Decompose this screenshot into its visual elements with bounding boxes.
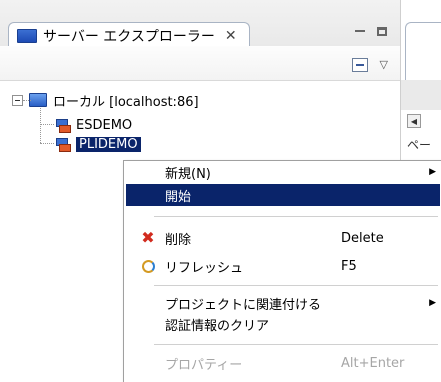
- refresh-icon: [140, 258, 156, 274]
- minimize-icon[interactable]: [352, 24, 368, 38]
- server-explorer-tab[interactable]: サーバー エクスプローラー ✕: [8, 22, 250, 49]
- close-icon[interactable]: ✕: [225, 28, 237, 44]
- menu-item-label: リフレッシュ: [165, 260, 244, 276]
- tree-node-esdemo[interactable]: ESDEMO: [56, 115, 132, 135]
- menu-item-shortcut: F5: [341, 258, 357, 274]
- view-header: サーバー エクスプローラー ✕: [0, 0, 400, 49]
- tree-connector: [23, 100, 31, 101]
- menu-item-label: プロジェクトに関連付ける: [165, 297, 322, 313]
- view-title: サーバー エクスプローラー: [43, 29, 215, 45]
- submenu-arrow-icon: ▶: [429, 167, 436, 177]
- menu-item-start[interactable]: 開始: [126, 184, 440, 206]
- view-menu-icon[interactable]: ▽: [380, 58, 388, 71]
- menu-item-associate-project[interactable]: プロジェクトに関連付ける ▶: [126, 292, 440, 314]
- menu-item-label: 新規(N): [165, 166, 211, 182]
- menu-item-shortcut: Alt+Enter: [341, 355, 405, 371]
- menu-item-label: 認証情報のクリア: [165, 318, 270, 334]
- menu-item-refresh[interactable]: リフレッシュ F5: [126, 255, 440, 277]
- window-buttons: [352, 24, 390, 38]
- menu-separator: [154, 344, 438, 345]
- collapse-node-icon[interactable]: [12, 94, 23, 106]
- local-server-icon: [29, 93, 47, 107]
- maximize-icon[interactable]: [374, 24, 390, 38]
- view-toolbar: ▽: [0, 46, 400, 81]
- tree-connector: [40, 124, 54, 125]
- menu-item-label: プロパティー: [165, 357, 243, 373]
- menu-item-shortcut: Delete: [341, 230, 384, 246]
- menu-item-new[interactable]: 新規(N) ▶: [126, 161, 440, 183]
- tree-connector: [40, 143, 54, 144]
- menu-item-delete[interactable]: ✖ 削除 Delete: [126, 227, 440, 249]
- tree-node-label: ローカル [localhost:86]: [53, 94, 199, 110]
- collapse-all-icon[interactable]: [352, 58, 368, 72]
- tree-connector: [40, 108, 41, 143]
- context-menu: 新規(N) ▶ 開始 ✖ 削除 Delete リフレッシュ F5 プロジェクトに…: [123, 160, 441, 382]
- database-icon: [56, 137, 71, 152]
- editor-tab-partial[interactable]: [405, 22, 441, 83]
- submenu-arrow-icon: ▶: [429, 298, 436, 308]
- menu-item-label: 削除: [165, 232, 192, 248]
- tree-node-label: ESDEMO: [76, 117, 133, 133]
- database-icon: [56, 118, 71, 133]
- tree-node-local[interactable]: ローカル [localhost:86]: [12, 90, 199, 110]
- editor-text-partial: ペー: [407, 138, 432, 152]
- editor-toolbar-partial: [401, 80, 441, 110]
- menu-item-clear-credentials[interactable]: 認証情報のクリア: [126, 313, 440, 335]
- menu-separator: [154, 216, 438, 217]
- tree-node-plidemo[interactable]: PLIDEMO: [56, 134, 141, 154]
- menu-separator: [154, 285, 438, 286]
- server-view-icon: [17, 29, 37, 43]
- menu-item-label: 開始: [165, 189, 192, 205]
- menu-item-properties[interactable]: プロパティー Alt+Enter: [126, 352, 440, 374]
- delete-icon: ✖: [141, 228, 155, 247]
- tree-node-label: PLIDEMO: [76, 136, 141, 152]
- scroll-left-icon[interactable]: ◀: [407, 114, 421, 128]
